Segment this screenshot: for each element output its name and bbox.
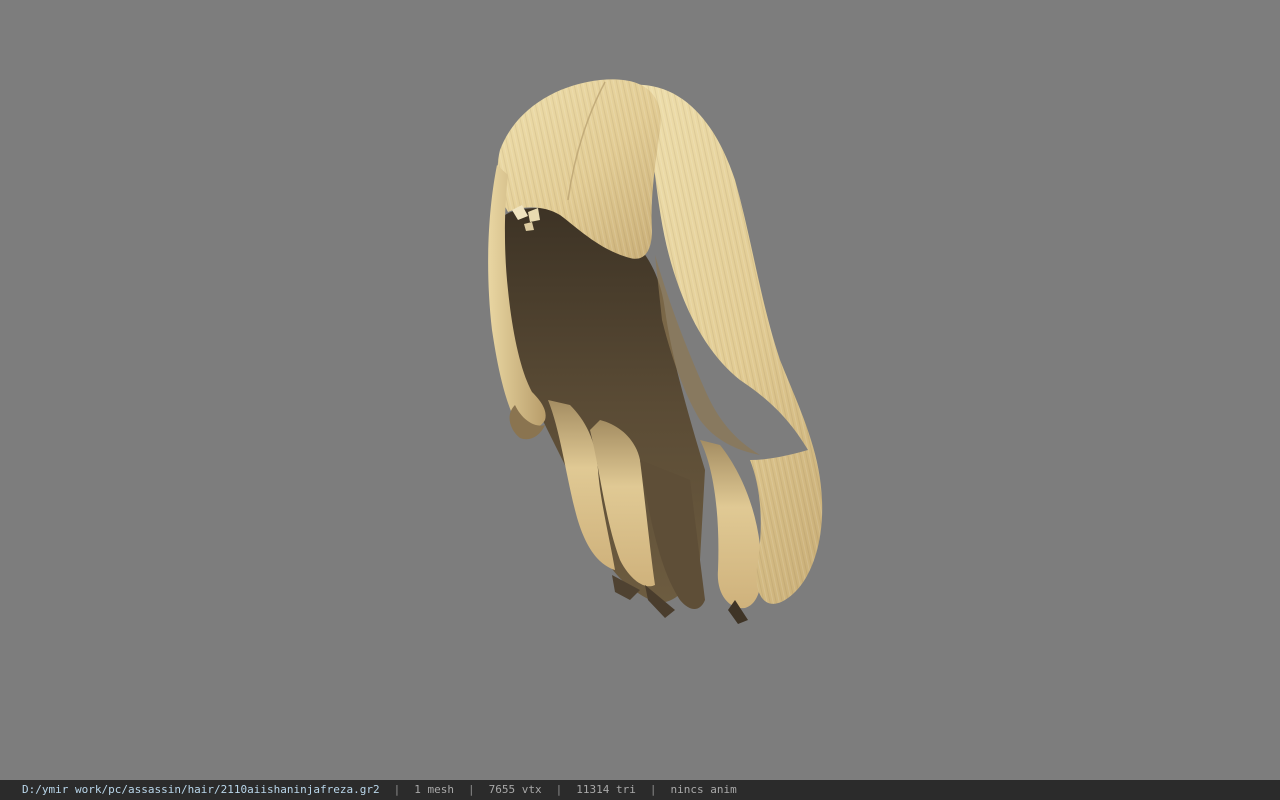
hair-model-render <box>488 79 823 624</box>
3d-viewport[interactable] <box>0 0 1280 780</box>
mesh-count-label: 1 mesh <box>414 783 454 796</box>
separator: | <box>468 783 475 796</box>
animation-status-label: nincs anim <box>670 783 737 796</box>
file-path-label: D:/ymir work/pc/assassin/hair/2110aiisha… <box>22 783 380 796</box>
vertex-count-label: 7655 vtx <box>488 783 542 796</box>
status-bar: D:/ymir work/pc/assassin/hair/2110aiisha… <box>0 780 1280 800</box>
separator: | <box>393 783 401 796</box>
triangle-count-label: 11314 tri <box>576 783 636 796</box>
separator: | <box>649 783 657 796</box>
separator: | <box>555 783 563 796</box>
